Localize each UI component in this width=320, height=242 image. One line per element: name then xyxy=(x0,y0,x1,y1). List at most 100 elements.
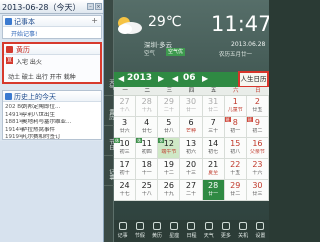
day-cell[interactable]: 26 十九 xyxy=(158,180,181,201)
close-icon[interactable]: × xyxy=(95,3,102,10)
day-number: 24 xyxy=(119,181,130,190)
next-year-icon[interactable]: ▶ xyxy=(158,74,164,83)
day-number: 28 xyxy=(141,97,152,106)
toolbar-button[interactable]: 节假 xyxy=(131,220,148,242)
toolbar-button[interactable]: 设置 xyxy=(252,220,269,242)
history-row[interactable]: 1914年萨拉热窝事件 xyxy=(5,127,101,135)
toolbar-icon xyxy=(135,222,144,230)
toolbar-button[interactable]: 记事 xyxy=(114,220,131,242)
weekday-header: 一二三四五六日 xyxy=(114,87,269,96)
lunar-date: 十九 xyxy=(141,107,152,113)
lunar-date: 夏至 xyxy=(208,170,219,176)
day-cell[interactable]: 19 十二 xyxy=(158,159,181,180)
day-cell[interactable]: 20 十三 xyxy=(180,159,203,180)
toolbar-button[interactable]: 星座 xyxy=(166,220,183,242)
day-cell[interactable]: 13 初六 xyxy=(180,138,203,159)
toolbar-label: 天气 xyxy=(203,233,214,239)
lunar-date: 初七 xyxy=(208,149,219,155)
day-cell[interactable]: 28 十九 xyxy=(136,96,159,117)
history-row[interactable]: 1491年亨利八世出生 xyxy=(5,112,101,120)
lunar-date: 廿七 xyxy=(141,128,152,134)
prev-month-icon[interactable]: ◀ xyxy=(172,74,178,83)
day-cell[interactable]: 30 廿一 xyxy=(180,96,203,117)
day-cell[interactable]: 17 初十 xyxy=(114,159,137,180)
day-cell[interactable]: 2 廿五 xyxy=(246,96,269,117)
lunar-date: 初十 xyxy=(119,170,130,176)
start-memo-link[interactable]: 开始记事! xyxy=(11,29,37,38)
day-cell[interactable]: 班 9 初二 xyxy=(246,117,269,138)
history-row[interactable]: 1881年奥地利与塞尔维亚... xyxy=(5,119,101,127)
side-tab[interactable]: 记事 xyxy=(104,160,114,186)
toolbar-button[interactable]: 更多 xyxy=(217,220,234,242)
lunar-date: 十六 xyxy=(252,170,263,176)
lunar-date: 十八 xyxy=(141,191,152,197)
toolbar-label: 设置 xyxy=(255,233,266,239)
day-cell[interactable]: 7 三十 xyxy=(202,117,225,138)
memo-title: 记事本 xyxy=(14,18,35,26)
left-bottom-area xyxy=(0,141,103,242)
day-cell-today[interactable]: 28 廿一 xyxy=(202,180,225,201)
holiday-tag: 班 xyxy=(224,117,231,122)
day-cell[interactable]: 25 十八 xyxy=(136,180,159,201)
day-cell[interactable]: 15 初八 xyxy=(224,138,247,159)
almanac-icon xyxy=(6,46,13,53)
day-cell[interactable]: 4 廿七 xyxy=(136,117,159,138)
lunar-date: 初八 xyxy=(230,149,241,155)
day-cell[interactable]: 27 二十 xyxy=(180,180,203,201)
day-cell[interactable]: 29 二十 xyxy=(158,96,181,117)
life-calendar-button[interactable]: 人生日历 xyxy=(238,71,269,88)
day-cell[interactable]: 22 十五 xyxy=(224,159,247,180)
side-tab[interactable]: 节日 xyxy=(104,130,114,156)
day-cell[interactable]: 6 芒种 xyxy=(180,117,203,138)
toolbar-button[interactable]: 黄历 xyxy=(148,220,165,242)
day-cell[interactable]: 5 廿八 xyxy=(158,117,181,138)
day-cell[interactable]: 23 十六 xyxy=(246,159,269,180)
lunar-date: 廿五 xyxy=(252,107,263,113)
day-cell[interactable]: 班 8 初一 xyxy=(224,117,247,138)
day-cell[interactable]: 14 初七 xyxy=(202,138,225,159)
day-cell[interactable]: 休 11 初四 xyxy=(136,138,159,159)
day-cell[interactable]: 27 十八 xyxy=(114,96,137,117)
day-cell[interactable]: 3 廿六 xyxy=(114,117,137,138)
day-number: 26 xyxy=(163,181,174,190)
day-number: 16 xyxy=(252,139,263,148)
day-number: 29 xyxy=(163,97,174,106)
cloudy-sun-icon xyxy=(118,17,142,34)
week-row: 17 初十 18 十一 19 十二 20 十三 21 夏至 22 十五 23 十六 xyxy=(114,159,269,180)
lunar-date: 初六 xyxy=(185,149,196,155)
day-cell[interactable]: 31 廿二 xyxy=(202,96,225,117)
day-cell[interactable]: 21 夏至 xyxy=(202,159,225,180)
day-cell[interactable]: 29 廿二 xyxy=(224,180,247,201)
month-selector[interactable]: 06 xyxy=(183,73,196,83)
toolbar-button[interactable]: 天气 xyxy=(200,220,217,242)
day-cell[interactable]: 1 儿童节 xyxy=(224,96,247,117)
memo-card: 记事本 + 开始记事! xyxy=(2,15,102,39)
almanac-ji-text: 动土 破土 出行 开市 栽种 xyxy=(8,74,76,81)
yi-badge: 宜 xyxy=(6,57,13,64)
calendar-nav: ◀ 2013 ▶ ◀ 06 ▶ 人生日历 xyxy=(114,71,269,88)
year-selector[interactable]: 2013 xyxy=(127,73,152,83)
day-cell[interactable]: 18 十一 xyxy=(136,159,159,180)
lunar-date: 二十 xyxy=(185,191,196,197)
day-cell[interactable]: 休 12 端午节 xyxy=(158,138,181,159)
history-row[interactable]: 202 BC刘邦定陶即位... xyxy=(5,104,101,112)
toolbar-button[interactable]: 日程 xyxy=(183,220,200,242)
toolbar-button[interactable]: 关机 xyxy=(235,220,252,242)
day-number: 6 xyxy=(188,118,194,127)
side-tab[interactable]: 天气 xyxy=(104,70,114,96)
day-cell[interactable]: 16 父亲节 xyxy=(246,138,269,159)
day-cell[interactable]: 休 10 初三 xyxy=(114,138,137,159)
almanac-card[interactable]: 黄历 宜 入宅 出火 动土 破土 出行 开市 栽种 xyxy=(2,42,102,84)
day-cell[interactable]: 24 十七 xyxy=(114,180,137,201)
day-cell[interactable]: 30 廿三 xyxy=(246,180,269,201)
next-month-icon[interactable]: ▶ xyxy=(202,74,208,83)
prev-year-icon[interactable]: ◀ xyxy=(118,74,124,83)
minimize-icon[interactable]: – xyxy=(87,3,94,10)
side-tab[interactable]: 黄历 xyxy=(104,100,114,126)
add-memo-button[interactable]: + xyxy=(91,16,98,25)
history-text: 奥地利与塞尔维亚... xyxy=(22,119,72,125)
history-year: 202 BC xyxy=(5,104,25,110)
toolbar-label: 星座 xyxy=(169,233,180,239)
lunar-date: 廿一 xyxy=(185,107,196,113)
day-number: 31 xyxy=(208,97,219,106)
